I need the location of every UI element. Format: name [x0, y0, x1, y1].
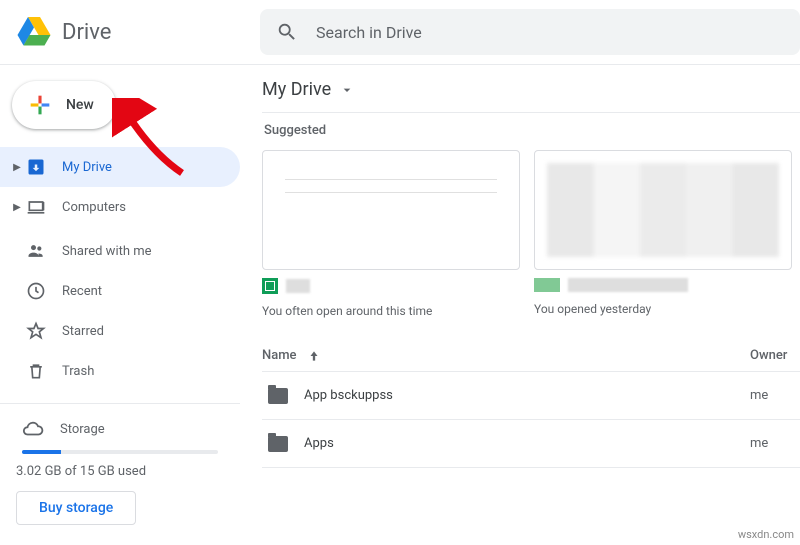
file-name: App bsckuppss	[304, 388, 750, 403]
sidebar-item-my-drive[interactable]: ▶ My Drive	[0, 147, 240, 187]
sidebar-item-label: Trash	[62, 364, 94, 379]
column-header-name[interactable]: Name	[262, 348, 750, 363]
sidebar-item-trash[interactable]: Trash	[0, 351, 240, 391]
my-drive-icon	[24, 157, 48, 177]
watermark: wsxdn.com	[738, 528, 794, 541]
sidebar: New ▶ My Drive ▶ Computers	[0, 65, 248, 545]
file-owner: me	[750, 388, 800, 403]
suggested-row: You often open around this time You open…	[262, 150, 800, 318]
suggested-caption: You often open around this time	[262, 304, 520, 318]
file-name: Apps	[304, 436, 750, 451]
suggested-label: Suggested	[264, 123, 800, 138]
redacted-filename	[286, 279, 310, 293]
sort-arrow-icon	[307, 349, 321, 363]
suggested-card[interactable]: You often open around this time	[262, 150, 520, 318]
logo-area[interactable]: Drive	[0, 14, 260, 50]
sidebar-item-label: Starred	[62, 324, 104, 339]
app-header: Drive	[0, 0, 800, 64]
file-preview	[262, 150, 520, 270]
chevron-right-icon: ▶	[10, 162, 24, 173]
sidebar-item-computers[interactable]: ▶ Computers	[0, 187, 240, 227]
new-button[interactable]: New	[12, 81, 116, 129]
computers-icon	[24, 197, 48, 217]
suggested-card[interactable]: You opened yesterday	[534, 150, 792, 318]
search-bar[interactable]	[260, 9, 800, 55]
chevron-right-icon: ▶	[10, 202, 24, 213]
clock-icon	[24, 281, 48, 301]
folder-icon	[268, 436, 288, 452]
plus-icon	[26, 91, 54, 119]
sidebar-item-label: My Drive	[62, 160, 112, 175]
trash-icon	[24, 361, 48, 381]
storage-label: Storage	[60, 422, 105, 437]
column-header-owner[interactable]: Owner	[750, 348, 800, 363]
sidebar-divider	[0, 403, 240, 404]
sheets-icon	[262, 278, 278, 294]
sidebar-item-shared[interactable]: Shared with me	[0, 231, 240, 271]
sidebar-item-starred[interactable]: Starred	[0, 311, 240, 351]
buy-storage-button[interactable]: Buy storage	[16, 491, 136, 525]
sidebar-item-label: Shared with me	[62, 244, 152, 259]
table-row[interactable]: Apps me	[262, 420, 800, 468]
sidebar-item-label: Recent	[62, 284, 102, 299]
main-content: My Drive Suggested You often open around…	[248, 65, 800, 545]
search-input[interactable]	[316, 23, 784, 42]
drive-logo-icon	[16, 14, 52, 50]
folder-icon	[268, 388, 288, 404]
table-header: Name Owner	[262, 340, 800, 372]
search-icon	[276, 21, 298, 43]
sidebar-item-recent[interactable]: Recent	[0, 271, 240, 311]
sidebar-item-storage[interactable]: Storage	[0, 414, 240, 446]
file-owner: me	[750, 436, 800, 451]
redacted-filename	[568, 278, 688, 292]
breadcrumb-title: My Drive	[262, 79, 331, 100]
breadcrumb[interactable]: My Drive	[262, 79, 800, 113]
star-icon	[24, 321, 48, 341]
app-name: Drive	[62, 20, 111, 45]
redacted-icon	[534, 278, 560, 292]
cloud-icon	[22, 418, 46, 440]
sidebar-item-label: Computers	[62, 200, 126, 215]
new-button-label: New	[66, 97, 94, 113]
suggested-caption: You opened yesterday	[534, 302, 792, 316]
chevron-down-icon	[339, 82, 355, 98]
file-preview	[534, 150, 792, 270]
people-icon	[24, 241, 48, 261]
storage-progress	[22, 450, 218, 454]
storage-text: 3.02 GB of 15 GB used	[0, 464, 240, 479]
table-row[interactable]: App bsckuppss me	[262, 372, 800, 420]
